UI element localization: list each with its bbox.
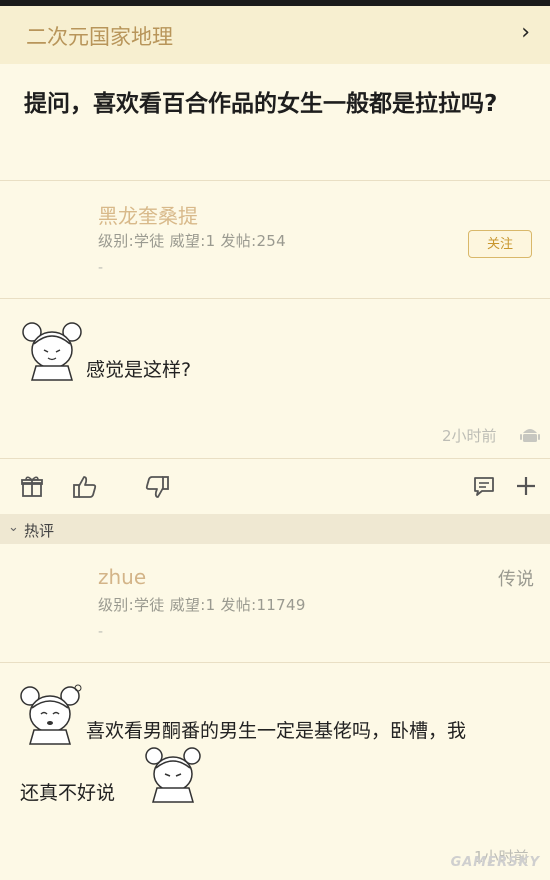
comment-icon[interactable] [472, 474, 496, 498]
divider [0, 298, 550, 299]
hot-comments-label: 热评 [24, 522, 55, 540]
reply-author-title: 传说 [498, 569, 534, 590]
sticker-image [145, 747, 201, 803]
divider [0, 180, 550, 181]
chevron-right-icon[interactable]: › [521, 20, 530, 45]
gift-icon[interactable] [20, 474, 44, 498]
reply-content-line-2: 还真不好说 [20, 782, 116, 804]
sticker-image [22, 322, 82, 381]
chevron-down-icon[interactable]: ⌄ [8, 520, 19, 535]
post-content: 感觉是这样? [86, 359, 192, 381]
reply-content-line-1: 喜欢看男酮番的男生一定是基佬吗，卧槽，我 [86, 720, 467, 742]
sticker-image [20, 684, 82, 745]
follow-button[interactable]: 关注 [468, 230, 532, 258]
thumbs-down-icon[interactable] [144, 474, 170, 500]
post-time: 2小时前 [442, 427, 497, 445]
author-meta: 级别:学徒 威望:1 发帖:254 [98, 232, 286, 250]
divider [0, 662, 550, 663]
reply-author-name[interactable]: zhue [98, 565, 146, 589]
plus-icon[interactable] [514, 474, 538, 498]
hot-comments-header[interactable]: ⌄ 热评 [0, 514, 550, 544]
reply-author-meta: 级别:学徒 威望:1 发帖:11749 [98, 596, 306, 614]
forum-header[interactable]: 二次元国家地理 › [0, 6, 550, 64]
thumbs-up-icon[interactable] [72, 474, 98, 500]
android-icon [520, 429, 540, 442]
post-title: 提问，喜欢看百合作品的女生一般都是拉拉吗? [24, 91, 498, 117]
forum-name[interactable]: 二次元国家地理 [26, 21, 173, 51]
watermark: GAMERSKY [450, 855, 540, 870]
reply-author-signature: - [98, 624, 104, 640]
author-signature: - [98, 260, 104, 276]
author-name[interactable]: 黑龙奎桑提 [98, 200, 198, 229]
divider [0, 458, 550, 459]
